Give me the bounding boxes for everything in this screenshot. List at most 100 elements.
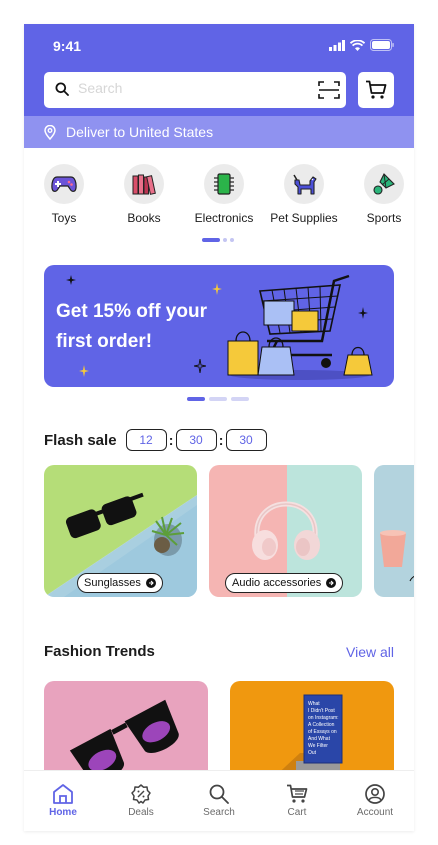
svg-text:And What: And What	[308, 736, 331, 742]
pager-dot-active	[187, 397, 205, 401]
flash-card-sunglasses[interactable]: Sunglasses	[44, 465, 197, 597]
flash-item-label: Audio accessories	[232, 577, 322, 589]
category-toys[interactable]: Toys	[24, 164, 104, 225]
search-icon	[209, 784, 229, 804]
category-label: Pet Supplies	[270, 211, 338, 225]
signal-icon	[329, 39, 345, 51]
flash-sale-carousel: Sunglasses Audio accessories	[44, 465, 414, 597]
sparkle-icon	[212, 283, 222, 295]
banner-title: Get 15% off your first order!	[56, 301, 207, 352]
category-books[interactable]: Books	[104, 164, 184, 225]
sparkle-icon	[194, 359, 206, 373]
category-pager[interactable]	[202, 238, 234, 242]
tab-search[interactable]: Search	[180, 771, 258, 831]
deliver-label: Deliver to United States	[66, 124, 214, 140]
timer-minutes: 30	[175, 429, 217, 451]
search-icon	[55, 82, 69, 96]
pink-sunglasses-image	[44, 681, 208, 781]
tab-label: Search	[203, 807, 235, 818]
bottom-tab-bar: Home Deals Search Cart Account	[24, 770, 414, 831]
svg-text:on Instagram:: on Instagram:	[308, 715, 339, 721]
search-bar[interactable]	[44, 72, 346, 108]
svg-text:of Essays on: of Essays on	[308, 729, 337, 735]
flash-sale-header: Flash sale 12 : 30 : 30	[44, 428, 267, 452]
tab-label: Deals	[128, 807, 154, 818]
category-label: Electronics	[194, 211, 254, 225]
category-electronics[interactable]: Electronics	[184, 164, 264, 225]
deliver-bar[interactable]: Deliver to United States	[24, 116, 414, 148]
status-time: 9:41	[53, 38, 82, 54]
category-sports[interactable]: Sports	[344, 164, 414, 225]
sparkle-icon	[79, 365, 89, 377]
app-header: 9:41	[24, 24, 414, 116]
phone-screen: 9:41 Deliver to United States Toys	[24, 24, 414, 831]
pager-dot	[231, 397, 249, 401]
category-icon-bg	[44, 164, 84, 204]
view-all-link[interactable]: View all	[346, 644, 394, 660]
timer-seconds: 30	[225, 429, 267, 451]
timer-separator: :	[218, 432, 224, 448]
tab-label: Home	[49, 807, 77, 818]
deals-badge-icon	[131, 784, 151, 804]
shopping-cart-illustration	[227, 274, 373, 380]
status-icons	[329, 39, 394, 51]
category-icon-bg	[124, 164, 164, 204]
flash-item-pill[interactable]: Sunglasses	[77, 573, 163, 593]
fashion-trends-title: Fashion Trends	[44, 643, 155, 660]
tab-deals[interactable]: Deals	[102, 771, 180, 831]
shuttlecock-icon	[373, 173, 395, 195]
fashion-trends-list: What I Didn't Post on Instagram: A Collecti…	[44, 681, 394, 781]
sparkle-icon	[66, 275, 76, 285]
pager-dot	[223, 238, 227, 242]
category-label: Books	[127, 211, 161, 225]
tab-account[interactable]: Account	[336, 771, 414, 831]
pager-dot	[230, 238, 234, 242]
fashion-trends-header: Fashion Trends View all	[44, 643, 394, 660]
flash-card-audio[interactable]: Audio accessories	[209, 465, 362, 597]
category-list: Toys Books Electronics Pet Supplies Spor…	[24, 164, 414, 225]
banner-pager[interactable]	[187, 397, 249, 401]
timer-hours: 12	[125, 429, 167, 451]
chip-icon	[214, 173, 234, 195]
dog-icon	[293, 174, 317, 195]
tab-label: Account	[356, 807, 394, 818]
wifi-icon	[350, 39, 365, 51]
category-icon-bg	[364, 164, 404, 204]
arrow-right-icon	[326, 578, 337, 588]
cart-icon	[287, 784, 308, 803]
category-label: Toys	[51, 211, 77, 225]
timer-separator: :	[168, 432, 174, 448]
svg-text:I Didn't Post: I Didn't Post	[308, 708, 335, 714]
search-input[interactable]	[78, 80, 298, 96]
svg-text:We Filter: We Filter	[308, 743, 328, 749]
tab-label: Cart	[287, 807, 307, 818]
cup-product-image	[374, 465, 414, 597]
cart-icon	[366, 80, 387, 99]
promo-banner[interactable]: Get 15% off your first order!	[44, 265, 394, 387]
tab-home[interactable]: Home	[24, 771, 102, 831]
game-controller-icon	[51, 176, 77, 192]
category-pet-supplies[interactable]: Pet Supplies	[264, 164, 344, 225]
battery-icon	[370, 39, 394, 51]
svg-text:What: What	[308, 701, 320, 707]
trend-card-book[interactable]: What I Didn't Post on Instagram: A Collecti…	[230, 681, 394, 781]
arrow-right-icon	[145, 578, 156, 588]
barcode-scan-icon[interactable]	[318, 80, 340, 100]
pager-dot-active	[202, 238, 220, 242]
category-icon-bg	[204, 164, 244, 204]
book-image: WhatI Didn't Poston Instagram:A Collecti…	[230, 681, 394, 781]
svg-text:A Collection: A Collection	[308, 722, 335, 728]
home-icon	[53, 784, 73, 804]
tab-cart[interactable]: Cart	[258, 771, 336, 831]
category-label: Sports	[366, 211, 402, 225]
svg-text:Out: Out	[308, 750, 317, 756]
flash-item-label: Sunglasses	[84, 577, 141, 589]
category-icon-bg	[284, 164, 324, 204]
flash-card-partial[interactable]	[374, 465, 414, 597]
flash-item-pill[interactable]: Audio accessories	[225, 573, 344, 593]
trend-card-sunglasses[interactable]	[44, 681, 208, 781]
cart-button[interactable]	[358, 72, 394, 108]
pager-dot	[209, 397, 227, 401]
location-pin-icon	[44, 124, 56, 140]
account-icon	[365, 784, 385, 804]
